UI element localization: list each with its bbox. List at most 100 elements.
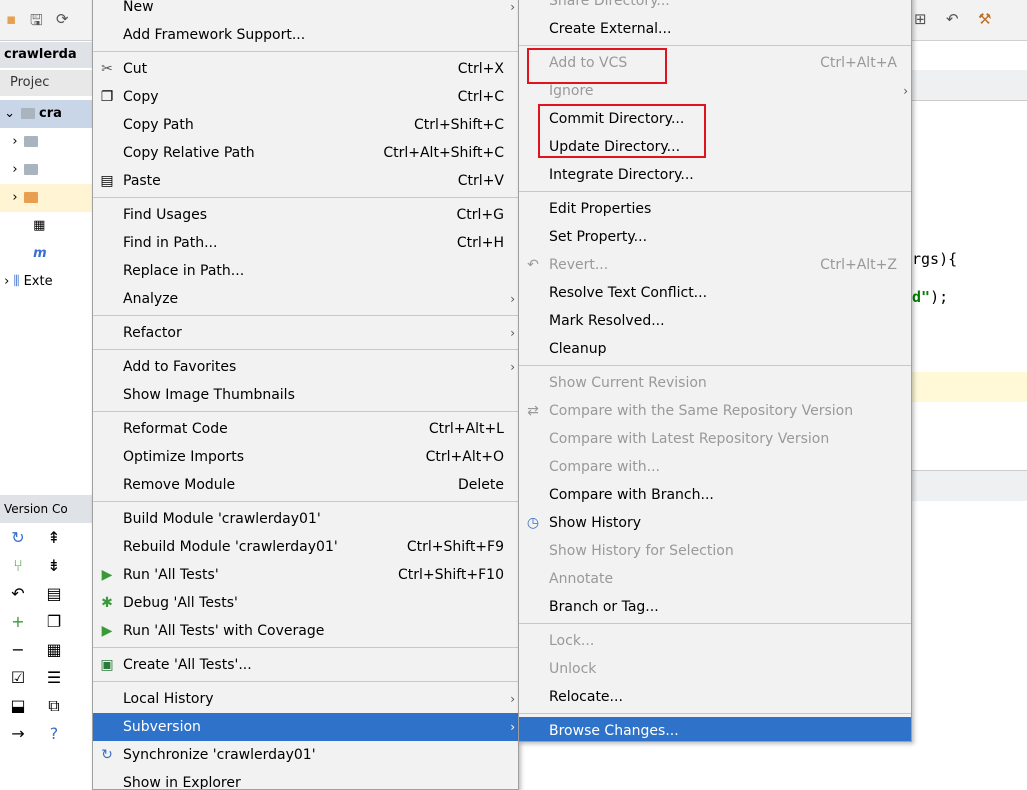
menu-item-add-to-favorites[interactable]: Add to Favorites › (93, 353, 518, 381)
menu-item-share-directory[interactable]: Share Directory... (519, 0, 911, 15)
menu-item-refactor[interactable]: Refactor › (93, 319, 518, 347)
menu-item-add-to-vcs[interactable]: Add to VCS Ctrl+Alt+A (519, 49, 911, 77)
menu-item-compare-with[interactable]: Compare with... (519, 453, 911, 481)
folder-icon (23, 164, 38, 175)
menu-item-copy-relative-path[interactable]: Copy Relative Path Ctrl+Alt+Shift+C (93, 139, 518, 167)
chevron-right-icon: › (510, 326, 515, 340)
project-title: crawlerda (0, 42, 92, 68)
tree-row[interactable]: › ⫼ Exte (0, 268, 92, 296)
menu-item-copy-path[interactable]: Copy Path Ctrl+Shift+C (93, 111, 518, 139)
menu-item-edit-properties[interactable]: Edit Properties (519, 195, 911, 223)
tree-row[interactable]: ▦ (0, 212, 92, 240)
menu-item-lock[interactable]: Lock... (519, 627, 911, 655)
menu-item-rebuild-module[interactable]: Rebuild Module 'crawlerday01' Ctrl+Shift+… (93, 533, 518, 561)
menu-item-synchronize[interactable]: ↻ Synchronize 'crawlerday01' (93, 741, 518, 769)
menu-item-paste[interactable]: ▤ Paste Ctrl+V (93, 167, 518, 195)
libraries-icon: ⫼ (13, 274, 20, 289)
undo-icon[interactable]: ↶ (946, 10, 959, 28)
menu-item-run-with-coverage[interactable]: ▶ Run 'All Tests' with Coverage (93, 617, 518, 645)
arrow-icon[interactable]: → (0, 720, 36, 748)
menu-item-relocate[interactable]: Relocate... (519, 683, 911, 711)
debug-icon: ✱ (101, 595, 113, 611)
tree-row[interactable]: ⌄ cra (0, 100, 92, 128)
help-icon[interactable]: ? (36, 720, 72, 748)
menu-item-add-framework-support[interactable]: Add Framework Support... (93, 21, 518, 49)
menu-separator (519, 365, 911, 366)
editor-status (910, 470, 1027, 501)
menu-item-build-module[interactable]: Build Module 'crawlerday01' (93, 505, 518, 533)
menu-item-compare-same-repo[interactable]: ⇄ Compare with the Same Repository Versio… (519, 397, 911, 425)
menu-item-branch-or-tag[interactable]: Branch or Tag... (519, 593, 911, 621)
menu-item-copy[interactable]: ❐ Copy Ctrl+C (93, 83, 518, 111)
run-icon: ▶ (101, 567, 113, 583)
menu-item-show-current-revision[interactable]: Show Current Revision (519, 369, 911, 397)
menu-item-run-all-tests[interactable]: ▶ Run 'All Tests' Ctrl+Shift+F10 (93, 561, 518, 589)
menu-item-resolve-text-conflict[interactable]: Resolve Text Conflict... (519, 279, 911, 307)
menu-item-compare-latest-repo[interactable]: Compare with Latest Repository Version (519, 425, 911, 453)
grid-icon[interactable]: ▦ (36, 636, 72, 664)
tree-row[interactable]: › (0, 156, 92, 184)
menu-item-show-image-thumbnails[interactable]: Show Image Thumbnails (93, 381, 518, 409)
group-icon[interactable]: ▤ (36, 580, 72, 608)
folder-icon[interactable]: ▪ (6, 10, 16, 28)
menu-item-commit-directory[interactable]: Commit Directory... (519, 105, 911, 133)
menu-item-mark-resolved[interactable]: Mark Resolved... (519, 307, 911, 335)
maven-icon: m (33, 246, 47, 261)
shelf-icon[interactable]: ⬓ (0, 692, 36, 720)
tree-row[interactable]: › (0, 184, 92, 212)
chevron-right-icon: › (510, 692, 515, 706)
compare-icon: ⇄ (527, 403, 539, 419)
menu-item-find-usages[interactable]: Find Usages Ctrl+G (93, 201, 518, 229)
revert-icon[interactable]: ↶ (0, 580, 36, 608)
menu-item-set-property[interactable]: Set Property... (519, 223, 911, 251)
menu-item-replace-in-path[interactable]: Replace in Path... (93, 257, 518, 285)
menu-item-create-all-tests[interactable]: ▣ Create 'All Tests'... (93, 651, 518, 679)
menu-item-subversion[interactable]: Subversion › (93, 713, 518, 741)
menu-item-remove-module[interactable]: Remove Module Delete (93, 471, 518, 499)
menu-item-revert[interactable]: ↶ Revert... Ctrl+Alt+Z (519, 251, 911, 279)
menu-item-show-history[interactable]: ◷ Show History (519, 509, 911, 537)
menu-item-create-external[interactable]: Create External... (519, 15, 911, 43)
menu-separator (93, 197, 518, 198)
menu-item-unlock[interactable]: Unlock (519, 655, 911, 683)
menu-item-new[interactable]: New › (93, 0, 518, 21)
vcs-icon[interactable]: ⊞ (914, 10, 927, 28)
menu-item-analyze[interactable]: Analyze › (93, 285, 518, 313)
copy-icon[interactable]: ❐ (36, 608, 72, 636)
menu-item-compare-with-branch[interactable]: Compare with Branch... (519, 481, 911, 509)
menu-item-integrate-directory[interactable]: Integrate Directory... (519, 161, 911, 189)
sync-icon[interactable]: ⟳ (56, 10, 69, 28)
menu-item-show-history-selection[interactable]: Show History for Selection (519, 537, 911, 565)
vc-toolbar: ↻ ⇞ ⑂ ⇟ ↶ ▤ + ❐ − ▦ ☑ ☰ ⬓ ⧉ →? (0, 524, 92, 748)
menu-item-ignore[interactable]: Ignore › (519, 77, 911, 105)
remove-icon[interactable]: − (0, 636, 36, 664)
refresh-icon[interactable]: ↻ (0, 524, 36, 552)
wrench-icon[interactable]: ⚒ (978, 10, 991, 28)
tree-row[interactable]: m (0, 240, 92, 268)
tree-row[interactable]: › (0, 128, 92, 156)
collapse-icon[interactable]: ⇟ (36, 552, 72, 580)
list-icon[interactable]: ☰ (36, 664, 72, 692)
code-line: d"); (912, 288, 949, 306)
menu-item-browse-changes[interactable]: Browse Changes... (519, 717, 911, 741)
add-icon[interactable]: + (0, 608, 36, 636)
sync-icon: ↻ (101, 747, 113, 763)
menu-item-annotate[interactable]: Annotate (519, 565, 911, 593)
menu-item-update-directory[interactable]: Update Directory... (519, 133, 911, 161)
code-line: rgs){ (912, 250, 958, 268)
menu-item-debug-all-tests[interactable]: ✱ Debug 'All Tests' (93, 589, 518, 617)
checkbox-icon[interactable]: ☑ (0, 664, 36, 692)
scissors-icon: ✂ (101, 61, 113, 77)
save-icon[interactable]: 🖫 (30, 10, 43, 35)
menu-item-reformat-code[interactable]: Reformat Code Ctrl+Alt+L (93, 415, 518, 443)
menu-item-cleanup[interactable]: Cleanup (519, 335, 911, 363)
menu-item-cut[interactable]: ✂ Cut Ctrl+X (93, 55, 518, 83)
branch-icon[interactable]: ⑂ (0, 552, 36, 580)
menu-item-find-in-path[interactable]: Find in Path... Ctrl+H (93, 229, 518, 257)
project-tab[interactable]: Projec (0, 70, 92, 96)
menu-item-local-history[interactable]: Local History › (93, 685, 518, 713)
diff-icon[interactable]: ⧉ (36, 692, 72, 720)
menu-item-optimize-imports[interactable]: Optimize Imports Ctrl+Alt+O (93, 443, 518, 471)
menu-item-show-in-explorer[interactable]: Show in Explorer (93, 769, 518, 789)
expand-icon[interactable]: ⇞ (36, 524, 72, 552)
